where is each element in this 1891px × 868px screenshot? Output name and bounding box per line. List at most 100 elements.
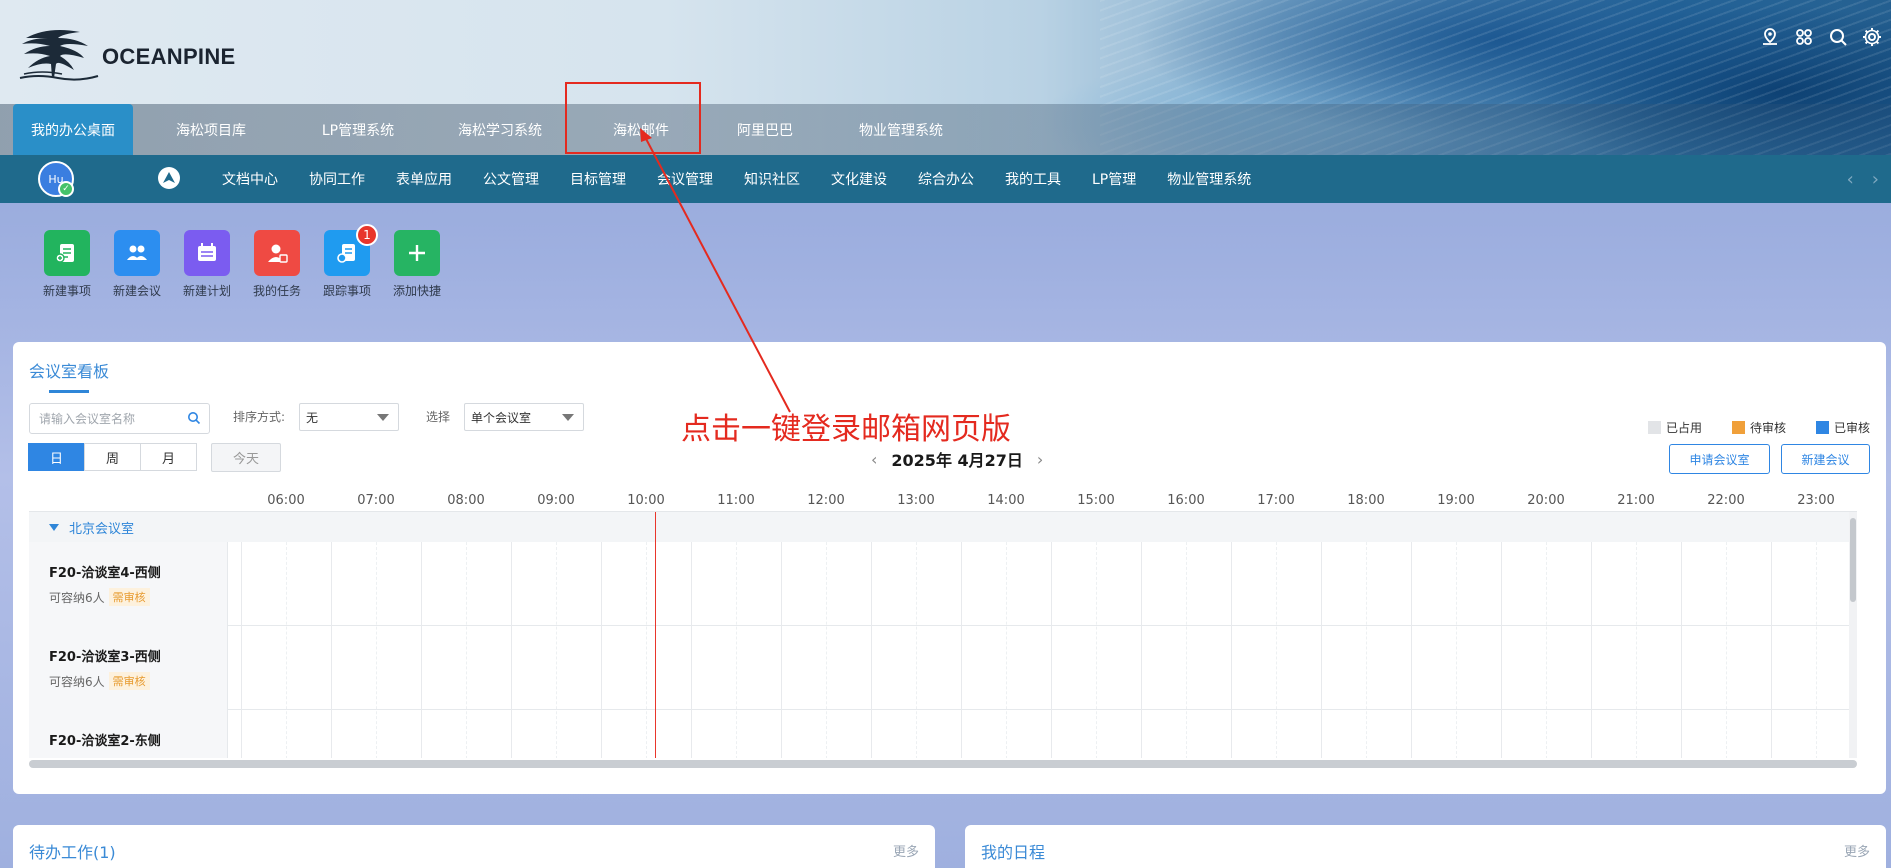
- sub-nav-culture[interactable]: 文化建设: [831, 169, 887, 189]
- tab-alibaba[interactable]: 阿里巴巴: [709, 104, 821, 155]
- sub-nav-forms[interactable]: 表单应用: [396, 169, 452, 189]
- half-hour-grid-line: [556, 542, 557, 758]
- sub-nav-meetings[interactable]: 会议管理: [657, 169, 713, 189]
- hour-label: 18:00: [1347, 493, 1385, 508]
- legend-swatch: [1731, 421, 1745, 434]
- quick-action-add-shortcut[interactable]: 添加快捷: [382, 230, 452, 299]
- vertical-scroll-thumb[interactable]: [1850, 518, 1856, 602]
- map-pin-icon[interactable]: [1759, 26, 1781, 48]
- quick-action-label: 新建事项: [42, 284, 91, 298]
- todo-title: 待办工作(1): [29, 843, 116, 862]
- title-underline: [49, 390, 89, 393]
- tab-my-desktop[interactable]: 我的办公桌面: [13, 104, 133, 155]
- quick-action-new-item[interactable]: 新建事项: [32, 230, 102, 299]
- sub-nav-property[interactable]: 物业管理系统: [1167, 169, 1251, 189]
- sub-nav-official-docs[interactable]: 公文管理: [483, 169, 539, 189]
- tab-lp-system[interactable]: LP管理系统: [289, 104, 427, 155]
- tab-project-library[interactable]: 海松项目库: [133, 104, 289, 155]
- view-day-button[interactable]: 日: [28, 443, 85, 471]
- legend-occupied: 已占用: [1647, 419, 1702, 436]
- hour-grid-line: [781, 542, 782, 758]
- home-nav-icon[interactable]: [158, 167, 180, 189]
- hour-label: 21:00: [1617, 493, 1655, 508]
- new-meeting-button[interactable]: 新建会议: [1781, 444, 1870, 474]
- hour-grid-line: [1501, 542, 1502, 758]
- header-toolbar: [1759, 26, 1883, 48]
- chevron-right-icon[interactable]: ›: [1037, 450, 1043, 469]
- todo-more-link[interactable]: 更多: [893, 841, 919, 860]
- room-capacity-line: 可容纳6人 需审核: [49, 588, 150, 606]
- room-mode-select[interactable]: 单个会议室: [464, 403, 584, 431]
- quick-action-label: 添加快捷: [392, 284, 441, 298]
- sub-nav-goals[interactable]: 目标管理: [570, 169, 626, 189]
- logo[interactable]: OCEANPINE: [18, 24, 236, 82]
- apps-icon[interactable]: [1793, 26, 1815, 48]
- legend-approved: 已审核: [1815, 419, 1870, 436]
- legend-label: 已审核: [1833, 421, 1870, 435]
- tab-mail[interactable]: 海松邮件: [573, 104, 709, 155]
- tab-property-system[interactable]: 物业管理系统: [821, 104, 981, 155]
- hour-grid-line: [1321, 542, 1322, 758]
- view-month-button[interactable]: 月: [140, 443, 197, 471]
- hour-label: 10:00: [627, 493, 665, 508]
- quick-action-new-plan[interactable]: 新建计划: [172, 230, 242, 299]
- new-plan-icon: [184, 230, 230, 276]
- room-capacity: 可容纳6人: [49, 674, 105, 689]
- quick-action-label: 新建计划: [182, 284, 231, 298]
- hour-label: 06:00: [267, 493, 305, 508]
- legend-swatch: [1815, 421, 1829, 434]
- apply-room-button[interactable]: 申请会议室: [1669, 444, 1770, 474]
- main-tabs: 我的办公桌面 海松项目库 LP管理系统 海松学习系统 海松邮件 阿里巴巴 物业管…: [0, 104, 1891, 155]
- legend-label: 已占用: [1665, 421, 1702, 435]
- half-hour-grid-line: [1726, 542, 1727, 758]
- search-icon[interactable]: [1827, 26, 1849, 48]
- legend: 已占用 待审核 已审核: [1647, 419, 1870, 436]
- quick-action-tracking[interactable]: 1 跟踪事项: [312, 224, 382, 299]
- chevron-left-icon[interactable]: ‹: [871, 450, 877, 469]
- hour-grid-line: [1141, 542, 1142, 758]
- settings-icon[interactable]: [1861, 26, 1883, 48]
- sub-nav-lp[interactable]: LP管理: [1092, 169, 1136, 189]
- hour-grid-line: [601, 542, 602, 758]
- sub-nav-items: 文档中心 协同工作 表单应用 公文管理 目标管理 会议管理 知识社区 文化建设 …: [222, 155, 1251, 203]
- sub-nav-tools[interactable]: 我的工具: [1005, 169, 1061, 189]
- hour-label: 09:00: [537, 493, 575, 508]
- quick-action-my-task[interactable]: 我的任务: [242, 230, 312, 299]
- todo-card: 待办工作(1) 更多: [13, 825, 935, 868]
- today-button[interactable]: 今天: [211, 443, 281, 472]
- sub-nav-documents[interactable]: 文档中心: [222, 169, 278, 189]
- sort-select[interactable]: 无: [299, 403, 399, 431]
- horizontal-scrollbar[interactable]: [29, 760, 1857, 768]
- hour-label: 08:00: [447, 493, 485, 508]
- chevron-down-icon: [377, 414, 389, 421]
- view-week-button[interactable]: 周: [84, 443, 141, 471]
- legend-swatch: [1647, 421, 1661, 434]
- hour-grid-line: [421, 542, 422, 758]
- room-group-header[interactable]: 北京会议室: [29, 512, 1857, 542]
- vertical-scrollbar[interactable]: [1849, 512, 1857, 758]
- chevron-right-icon[interactable]: ›: [1872, 169, 1879, 190]
- hour-grid-line: [241, 542, 242, 758]
- schedule-title: 我的日程: [981, 843, 1046, 862]
- room-mode-value: 单个会议室: [471, 410, 532, 425]
- room-group-name: 北京会议室: [69, 521, 135, 537]
- hour-grid-line: [1231, 542, 1232, 758]
- sub-nav-office[interactable]: 综合办公: [918, 169, 974, 189]
- hour-label: 16:00: [1167, 493, 1205, 508]
- half-hour-grid-line: [646, 542, 647, 758]
- hour-label: 13:00: [897, 493, 935, 508]
- sub-nav-collaboration[interactable]: 协同工作: [309, 169, 365, 189]
- chevron-left-icon[interactable]: ‹: [1847, 169, 1854, 190]
- schedule-more-link[interactable]: 更多: [1844, 841, 1870, 860]
- notification-badge: 1: [356, 224, 378, 246]
- tab-learning-system[interactable]: 海松学习系统: [427, 104, 573, 155]
- sub-nav-knowledge[interactable]: 知识社区: [744, 169, 800, 189]
- half-hour-grid-line: [736, 542, 737, 758]
- search-icon[interactable]: [187, 411, 201, 429]
- hour-label: 11:00: [717, 493, 755, 508]
- date-navigator: ‹ 2025年 4月27日 ›: [871, 447, 1043, 471]
- room-search-input[interactable]: [39, 411, 179, 426]
- hour-grid-line: [1411, 542, 1412, 758]
- room-search: [29, 403, 210, 434]
- quick-action-new-meeting[interactable]: 新建会议: [102, 230, 172, 299]
